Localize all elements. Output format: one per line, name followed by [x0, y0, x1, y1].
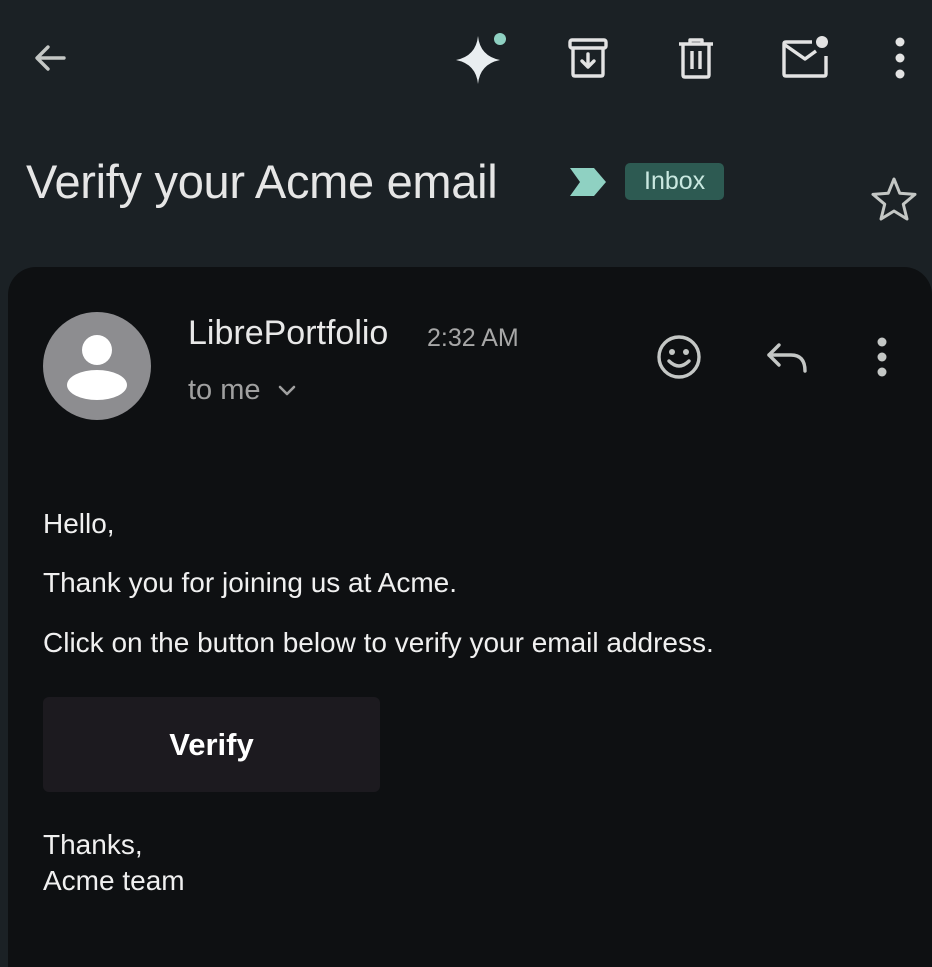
chevron-down-icon	[278, 385, 295, 395]
arrow-left-icon	[35, 45, 66, 71]
recipient-toggle[interactable]: to me	[188, 374, 297, 407]
gemini-sparkle-icon	[456, 33, 506, 84]
mark-unread-button[interactable]	[776, 30, 832, 86]
body-line-1: Thank you for joining us at Acme.	[43, 567, 457, 598]
greeting-text: Hello,	[43, 508, 115, 539]
email-subject: Verify your Acme email	[26, 155, 498, 208]
top-toolbar	[0, 0, 932, 120]
back-button[interactable]	[22, 30, 78, 86]
emoji-icon	[657, 335, 701, 379]
more-vert-icon	[895, 37, 905, 79]
person-icon	[67, 335, 127, 400]
star-icon[interactable]	[870, 176, 918, 222]
signature-text: Acme team	[43, 865, 185, 896]
archive-icon	[568, 38, 608, 78]
mark-unread-icon	[782, 36, 828, 78]
gemini-button[interactable]	[452, 30, 508, 86]
verify-button[interactable]: Verify	[43, 697, 380, 792]
message-time: 2:32 AM	[427, 324, 519, 352]
closing-text: Thanks,	[43, 829, 143, 860]
avatar[interactable]	[43, 312, 151, 420]
more-options-button[interactable]	[872, 30, 928, 86]
sender-name[interactable]: LibrePortfolio	[188, 314, 388, 353]
reply-button[interactable]	[761, 331, 813, 383]
importance-marker-icon[interactable]	[568, 166, 608, 198]
subject-row: Verify your Acme email Inbox	[0, 140, 932, 240]
more-vert-icon	[877, 337, 887, 377]
trash-icon	[679, 38, 713, 79]
body-line-2: Click on the button below to verify your…	[43, 627, 714, 658]
message-more-button[interactable]	[856, 331, 908, 383]
add-reaction-button[interactable]	[653, 331, 705, 383]
delete-button[interactable]	[668, 30, 724, 86]
inbox-label-chip[interactable]: Inbox	[625, 163, 725, 200]
recipient-text: to me	[188, 374, 261, 406]
message-card: LibrePortfolio 2:32 AM to me Hello, Than…	[8, 267, 932, 967]
reply-icon	[767, 343, 807, 373]
archive-button[interactable]	[560, 30, 616, 86]
